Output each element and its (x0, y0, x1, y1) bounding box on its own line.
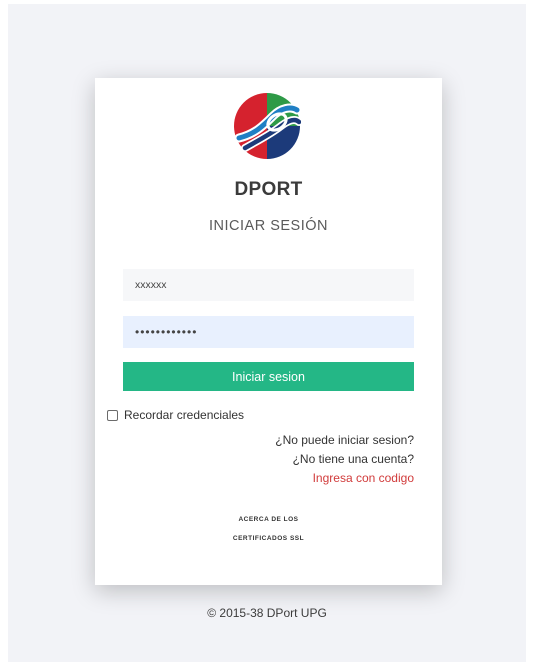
ssl-certificates-link[interactable]: ACERCA DE LOS CERTIFICADOS SSL (95, 510, 442, 548)
remember-checkbox[interactable] (107, 409, 118, 421)
brand-name: DPORT (234, 179, 303, 200)
no-account-link[interactable]: ¿No tiene una cuenta? (275, 450, 414, 469)
cannot-login-link[interactable]: ¿No puede iniciar sesion? (275, 431, 414, 450)
password-field[interactable] (123, 316, 414, 348)
remember-credentials[interactable]: Recordar credenciales (107, 408, 244, 422)
remember-label: Recordar credenciales (124, 408, 245, 422)
page-title: INICIAR SESIÓN (209, 218, 328, 234)
ssl-line-1: ACERCA DE LOS (238, 516, 299, 523)
dport-logo-icon (234, 93, 301, 159)
help-links: ¿No puede iniciar sesion? ¿No tiene una … (275, 431, 414, 488)
login-card: DPORT INICIAR SESIÓN Iniciar sesion Reco… (95, 78, 442, 585)
footer-copyright: © 2015-38 DPort UPG (207, 606, 327, 620)
ssl-line-2: CERTIFICADOS SSL (232, 535, 305, 542)
username-field[interactable] (123, 269, 414, 301)
code-login-link[interactable]: Ingresa con codigo (275, 469, 414, 488)
login-button[interactable]: Iniciar sesion (123, 362, 414, 391)
